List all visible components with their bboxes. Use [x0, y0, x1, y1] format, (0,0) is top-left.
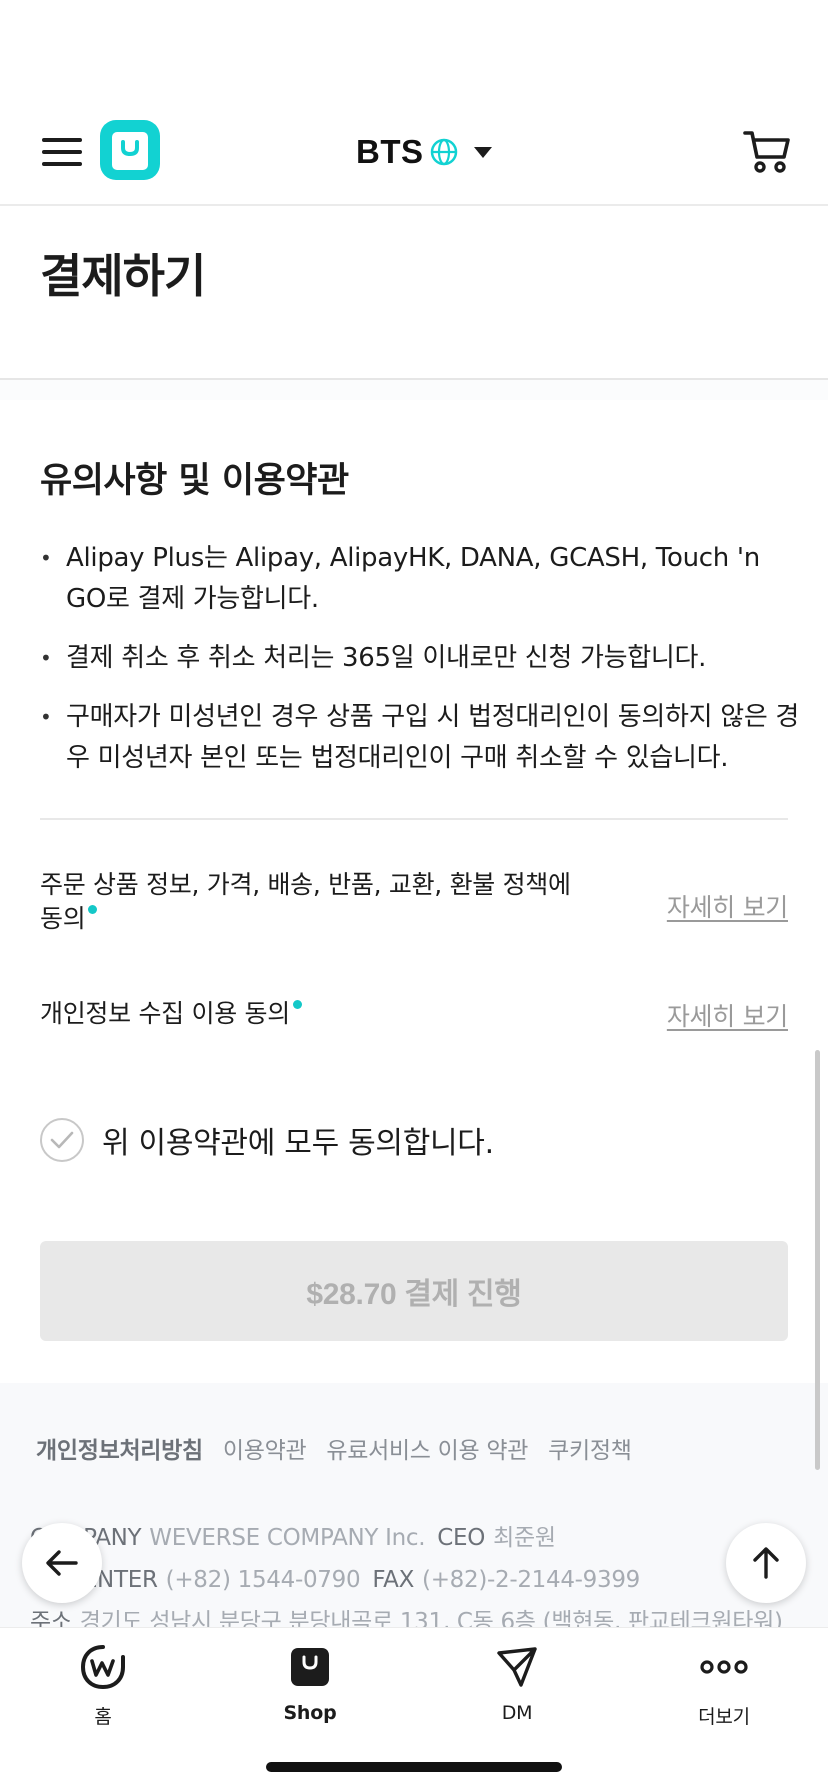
paper-plane-icon: [492, 1642, 542, 1692]
weverse-home-icon: [78, 1642, 128, 1692]
agreement-row-privacy: 개인정보 수집 이용 동의 자세히 보기: [40, 997, 788, 1037]
footer-links: 개인정보처리방침 이용약관 유료서비스 이용 약관 쿠키정책: [36, 1431, 652, 1465]
status-bar-area: [0, 0, 828, 100]
company-info: COMPANYWEVERSE COMPANY Inc.CEO최준원 CS CEN…: [30, 1525, 783, 1627]
agreement-row-policy: 주문 상품 정보, 가격, 배송, 반품, 교환, 환불 정책에 동의 자세히 …: [40, 868, 788, 948]
scroll-to-top-button[interactable]: [726, 1523, 806, 1603]
back-button[interactable]: [22, 1523, 102, 1603]
nav-item-shop[interactable]: Shop: [250, 1642, 370, 1732]
footer: 개인정보처리방침 이용약관 유료서비스 이용 약관 쿠키정책 COMPANYWE…: [0, 1383, 828, 1627]
arrow-up-icon: [753, 1547, 779, 1579]
agreement-label: 주문 상품 정보, 가격, 배송, 반품, 교환, 환불 정책에 동의: [40, 870, 571, 933]
nav-item-more[interactable]: 더보기: [664, 1642, 784, 1732]
terms-link[interactable]: 이용약관: [223, 1431, 307, 1465]
nav-label: 더보기: [698, 1706, 750, 1728]
shopping-bag-icon: [285, 1642, 335, 1692]
agree-all-label: 위 이용약관에 모두 동의합니다.: [102, 1126, 494, 1161]
check-circle-icon[interactable]: [40, 1118, 84, 1162]
weverse-shop-logo-icon[interactable]: [100, 120, 160, 180]
notice-list: Alipay Plus는 Alipay, AlipayHK, DANA, GCA…: [40, 538, 800, 797]
section-band: [0, 380, 828, 400]
page-title-section: 결제하기: [0, 208, 828, 380]
cart-icon[interactable]: [742, 126, 792, 176]
nav-item-home[interactable]: 홈: [43, 1642, 163, 1732]
notice-item: 구매자가 미성년인 경우 상품 구입 시 법정대리인이 동의하지 않은 경우 미…: [40, 697, 800, 779]
artist-selector[interactable]: BTS: [356, 130, 492, 174]
home-indicator: [266, 1762, 562, 1772]
nav-label: 홈: [94, 1706, 112, 1728]
policy-details-link[interactable]: 자세히 보기: [667, 888, 788, 924]
chevron-down-icon: [473, 146, 492, 158]
more-dots-icon: [699, 1642, 749, 1692]
nav-item-dm[interactable]: DM: [457, 1642, 577, 1732]
notice-item: 결제 취소 후 취소 처리는 365일 이내로만 신청 가능합니다.: [40, 638, 800, 679]
terms-section: 유의사항 및 이용약관 Alipay Plus는 Alipay, AlipayH…: [0, 380, 828, 1383]
top-header: BTS: [0, 100, 828, 206]
paid-service-terms-link[interactable]: 유료서비스 이용 약관: [326, 1431, 528, 1465]
notice-title: 유의사항 및 이용약관: [40, 461, 349, 501]
notice-item: Alipay Plus는 Alipay, AlipayHK, DANA, GCA…: [40, 538, 800, 620]
required-dot: [292, 1000, 302, 1009]
nav-label: DM: [501, 1702, 533, 1724]
page-title: 결제하기: [40, 249, 206, 303]
divider: [40, 818, 788, 820]
agree-all-checkbox[interactable]: 위 이용약관에 모두 동의합니다.: [40, 1118, 494, 1162]
arrow-left-icon: [46, 1550, 78, 1576]
artist-name: BTS: [356, 133, 424, 170]
scrollbar[interactable]: [815, 1050, 820, 1470]
privacy-details-link[interactable]: 자세히 보기: [667, 997, 788, 1033]
agreement-label: 개인정보 수집 이용 동의: [40, 997, 600, 1031]
hamburger-menu-icon[interactable]: [42, 136, 84, 168]
globe-icon: [430, 138, 457, 166]
privacy-policy-link[interactable]: 개인정보처리방침: [36, 1431, 203, 1465]
nav-label: Shop: [283, 1702, 337, 1724]
cookie-policy-link[interactable]: 쿠키정책: [548, 1431, 632, 1465]
proceed-payment-button[interactable]: $28.70 결제 진행: [40, 1241, 788, 1341]
required-dot: [88, 905, 98, 914]
